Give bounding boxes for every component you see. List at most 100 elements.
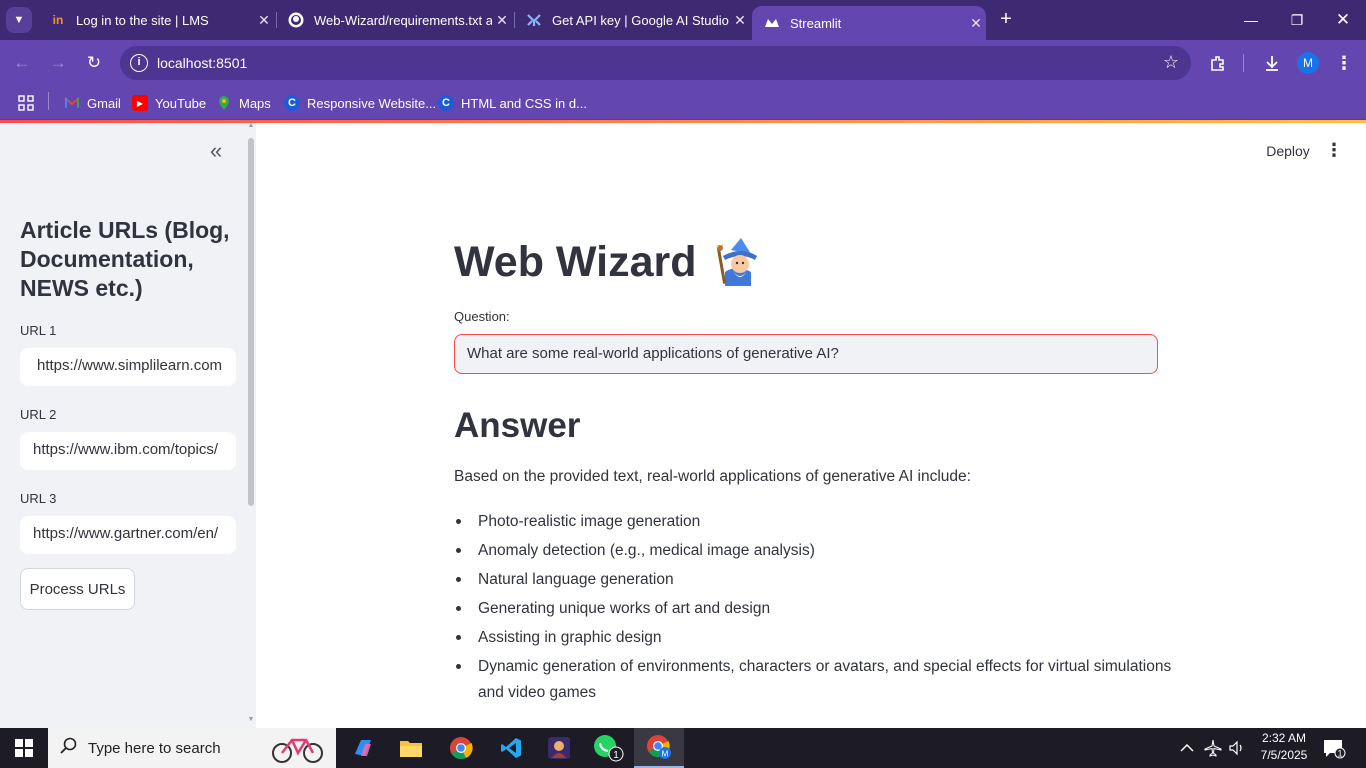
url3-input[interactable]: https://www.gartner.com/en/: [20, 516, 236, 554]
whatsapp-icon[interactable]: 1: [584, 728, 634, 768]
airplane-mode-icon[interactable]: [1204, 728, 1222, 768]
tab-title: Get API key | Google AI Studio: [552, 12, 729, 28]
list-item: Dynamic generation of environments, char…: [454, 654, 1174, 706]
tab-github[interactable]: Web-Wizard/requirements.txt a ✕: [276, 6, 512, 34]
clock-date: 7/5/2025: [1260, 748, 1308, 762]
c-icon: C: [438, 95, 454, 111]
answer-intro: Based on the provided text, real-world a…: [454, 468, 971, 485]
notifications-icon[interactable]: 1: [1322, 728, 1346, 768]
taskbar: Type here to search 1 M 1: [0, 728, 1366, 768]
url-text[interactable]: localhost:8501: [157, 55, 247, 71]
scroll-thumb[interactable]: [248, 138, 254, 506]
url2-input[interactable]: https://www.ibm.com/topics/: [20, 432, 236, 470]
page-title: Web Wizard: [454, 236, 763, 288]
bookmark-html-css[interactable]: C HTML and CSS in d...: [438, 93, 587, 113]
profile-avatar[interactable]: M: [1297, 52, 1319, 74]
lms-favicon-icon: in: [52, 13, 64, 27]
minimize-button[interactable]: —: [1228, 0, 1274, 40]
ai-studio-icon: [526, 12, 542, 28]
close-tab-icon[interactable]: ✕: [966, 15, 986, 32]
chrome-profile-icon[interactable]: M: [634, 728, 684, 768]
download-icon[interactable]: [1260, 51, 1284, 75]
main-menu-icon[interactable]: ⋮: [1324, 141, 1344, 161]
streamlit-icon: [764, 15, 780, 31]
youtube-icon: ▶: [132, 95, 148, 111]
deploy-button[interactable]: Deploy: [1258, 140, 1318, 162]
back-icon[interactable]: ←: [10, 51, 34, 75]
apps-icon[interactable]: [18, 93, 34, 113]
sidebar-scrollbar[interactable]: ▲ ▼: [247, 122, 255, 724]
taskbar-search[interactable]: Type here to search: [48, 728, 336, 768]
bookmark-youtube[interactable]: ▶ YouTube: [132, 93, 206, 113]
bookmarks-divider: [48, 92, 49, 110]
windows-start-icon[interactable]: [0, 728, 48, 768]
scroll-down-icon[interactable]: ▼: [247, 716, 255, 723]
chrome-icon[interactable]: [436, 728, 486, 768]
notification-count: 1: [1337, 749, 1342, 759]
bookmarks-bar: Gmail ▶ YouTube Maps C Responsive Websit…: [0, 86, 1366, 120]
address-bar[interactable]: i localhost:8501 ☆: [120, 46, 1191, 80]
tab-title: Streamlit: [790, 15, 842, 31]
clock-time: 2:32 AM: [1261, 731, 1307, 745]
list-item: Generating unique works of art and desig…: [454, 596, 1174, 622]
scroll-up-icon[interactable]: ▲: [247, 122, 255, 129]
forward-icon[interactable]: →: [46, 51, 70, 75]
copilot-icon[interactable]: [338, 728, 388, 768]
bookmark-label: Maps: [239, 95, 271, 111]
tab-streamlit[interactable]: Streamlit ✕: [752, 6, 986, 40]
list-item: Natural language generation: [454, 567, 1174, 593]
url1-input[interactable]: https://www.simplilearn.com: [20, 348, 236, 386]
question-label: Question:: [454, 309, 510, 324]
github-icon: [288, 12, 304, 28]
bookmark-label: HTML and CSS in d...: [461, 95, 587, 111]
toolbar-divider: [1243, 54, 1244, 72]
browser-toolbar: ← → ↻ i localhost:8501 ☆ ⋮: [0, 40, 1366, 86]
answer-heading: Answer: [454, 406, 581, 445]
collapse-sidebar-icon[interactable]: «: [210, 140, 222, 162]
close-tab-icon[interactable]: ✕: [730, 12, 750, 29]
bookmark-maps[interactable]: Maps: [216, 93, 271, 113]
file-explorer-icon[interactable]: [386, 728, 436, 768]
mage-emoji-icon: [715, 238, 757, 286]
volume-icon[interactable]: [1228, 728, 1246, 768]
restore-button[interactable]: ❐: [1274, 0, 1320, 40]
close-tab-icon[interactable]: ✕: [492, 12, 512, 29]
tab-search-button[interactable]: ▼: [6, 7, 32, 33]
taskbar-clock[interactable]: 2:32 AM 7/5/2025: [1252, 730, 1316, 764]
tab-title: Web-Wizard/requirements.txt a: [314, 12, 492, 28]
list-item: Assisting in graphic design: [454, 625, 1174, 651]
tab-ai-studio[interactable]: Get API key | Google AI Studio ✕: [514, 6, 750, 34]
bookmark-responsive-website[interactable]: C Responsive Website...: [284, 93, 436, 113]
process-urls-button[interactable]: Process URLs: [20, 568, 135, 610]
site-info-icon[interactable]: i: [130, 54, 148, 72]
new-tab-button[interactable]: +: [994, 8, 1018, 32]
svg-text:M: M: [662, 750, 669, 759]
tab-strip: ▼ in Log in to the site | LMS ✕ Web-Wiza…: [0, 0, 1366, 40]
tab-title: Log in to the site | LMS: [76, 12, 209, 28]
question-input[interactable]: What are some real-world applications of…: [454, 334, 1158, 374]
search-icon: [60, 737, 80, 760]
close-window-button[interactable]: ✕: [1320, 0, 1366, 40]
bookmark-label: YouTube: [155, 95, 207, 111]
answer-list: Photo-realistic image generation Anomaly…: [454, 509, 1174, 709]
extensions-icon[interactable]: [1206, 51, 1230, 75]
close-tab-icon[interactable]: ✕: [254, 12, 274, 29]
sidebar: « Article URLs (Blog, Documentation, NEW…: [0, 123, 256, 728]
tab-lms[interactable]: in Log in to the site | LMS ✕: [38, 6, 274, 34]
reload-icon[interactable]: ↻: [82, 51, 106, 75]
bookmark-gmail[interactable]: Gmail: [64, 93, 121, 113]
bookmark-label: Gmail: [87, 95, 121, 111]
maps-icon: [216, 95, 232, 111]
bicycle-icon: [270, 732, 326, 768]
whatsapp-badge: 1: [613, 750, 619, 761]
bookmark-star-icon[interactable]: ☆: [1163, 52, 1179, 73]
vscode-icon[interactable]: [486, 728, 536, 768]
url3-label: URL 3: [20, 491, 57, 506]
sidebar-title: Article URLs (Blog, Documentation, NEWS …: [20, 217, 230, 301]
gmail-icon: [64, 95, 80, 111]
game-app-icon[interactable]: [534, 728, 584, 768]
browser-menu-icon[interactable]: ⋮: [1332, 51, 1356, 75]
url2-label: URL 2: [20, 407, 57, 422]
show-hidden-icons[interactable]: [1180, 728, 1194, 768]
list-item: Anomaly detection (e.g., medical image a…: [454, 538, 1174, 564]
